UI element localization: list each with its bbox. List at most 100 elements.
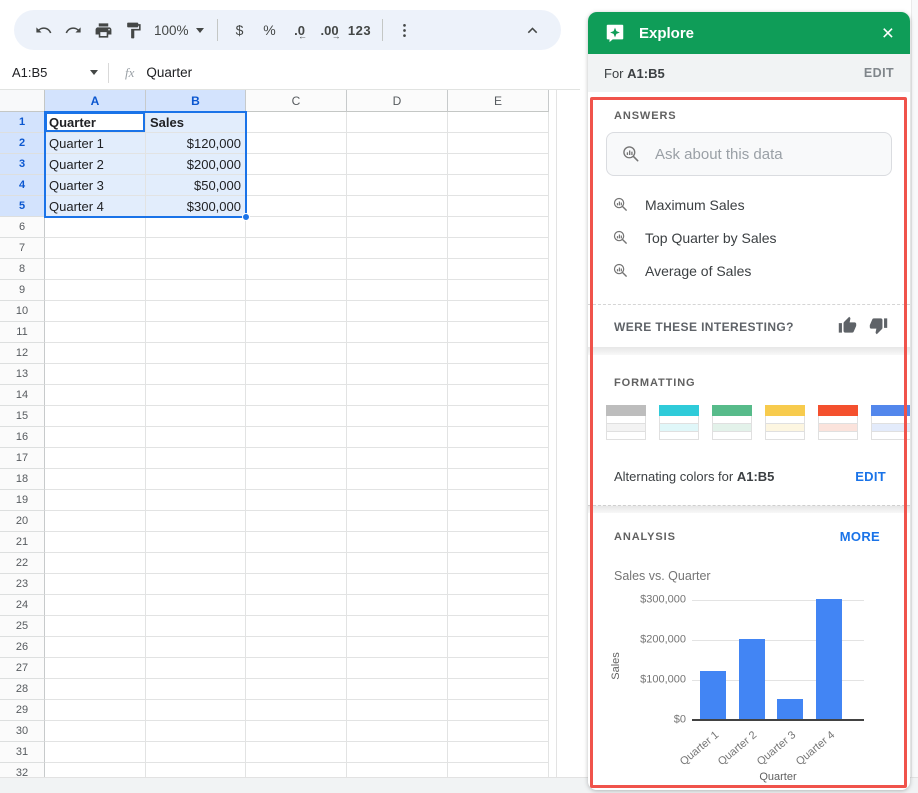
cell-A18[interactable] (45, 469, 146, 490)
cell-E20[interactable] (448, 511, 549, 532)
print-button[interactable] (88, 15, 118, 45)
cell-A31[interactable] (45, 742, 146, 763)
increase-decimal-button[interactable]: .00→ (315, 15, 345, 45)
more-options-button[interactable] (390, 15, 420, 45)
redo-button[interactable] (58, 15, 88, 45)
cell-C8[interactable] (246, 259, 347, 280)
cell-D15[interactable] (347, 406, 448, 427)
row-header-26[interactable]: 26 (0, 637, 45, 658)
cell-D8[interactable] (347, 259, 448, 280)
cell-C3[interactable] (246, 154, 347, 175)
cell-E25[interactable] (448, 616, 549, 637)
cell-C7[interactable] (246, 238, 347, 259)
row-header-21[interactable]: 21 (0, 532, 45, 553)
format-currency-button[interactable]: $ (225, 15, 255, 45)
fill-handle[interactable] (242, 213, 250, 221)
cell-C20[interactable] (246, 511, 347, 532)
row-header-20[interactable]: 20 (0, 511, 45, 532)
cell-E6[interactable] (448, 217, 549, 238)
cell-E2[interactable] (448, 133, 549, 154)
cell-A24[interactable] (45, 595, 146, 616)
cell-D26[interactable] (347, 637, 448, 658)
cell-C27[interactable] (246, 658, 347, 679)
cell-C22[interactable] (246, 553, 347, 574)
cell-B23[interactable] (146, 574, 246, 595)
cell-B18[interactable] (146, 469, 246, 490)
cell-B22[interactable] (146, 553, 246, 574)
cell-B29[interactable] (146, 700, 246, 721)
cell-E28[interactable] (448, 679, 549, 700)
cell-E8[interactable] (448, 259, 549, 280)
color-swatch-gray[interactable] (606, 405, 646, 440)
cell-A23[interactable] (45, 574, 146, 595)
cell-C14[interactable] (246, 385, 347, 406)
cell-D11[interactable] (347, 322, 448, 343)
cell-A16[interactable] (45, 427, 146, 448)
cell-C26[interactable] (246, 637, 347, 658)
cell-C19[interactable] (246, 490, 347, 511)
color-swatch-cyan[interactable] (659, 405, 699, 440)
cell-D9[interactable] (347, 280, 448, 301)
cell-C28[interactable] (246, 679, 347, 700)
cell-A32[interactable] (45, 763, 146, 777)
cell-E5[interactable] (448, 196, 549, 217)
cell-E3[interactable] (448, 154, 549, 175)
cell-D7[interactable] (347, 238, 448, 259)
cell-E27[interactable] (448, 658, 549, 679)
row-header-13[interactable]: 13 (0, 364, 45, 385)
row-header-15[interactable]: 15 (0, 406, 45, 427)
cell-B19[interactable] (146, 490, 246, 511)
cell-B21[interactable] (146, 532, 246, 553)
cell-C31[interactable] (246, 742, 347, 763)
cell-D30[interactable] (347, 721, 448, 742)
row-header-19[interactable]: 19 (0, 490, 45, 511)
cell-C9[interactable] (246, 280, 347, 301)
cell-E17[interactable] (448, 448, 549, 469)
cell-C29[interactable] (246, 700, 347, 721)
cell-D16[interactable] (347, 427, 448, 448)
cell-A30[interactable] (45, 721, 146, 742)
row-header-3[interactable]: 3 (0, 154, 45, 175)
edit-range-button[interactable]: EDIT (864, 66, 894, 80)
cell-B7[interactable] (146, 238, 246, 259)
row-header-28[interactable]: 28 (0, 679, 45, 700)
cell-B1[interactable]: Sales (146, 112, 246, 133)
column-header-d[interactable]: D (347, 90, 448, 112)
suggestion-item-3[interactable]: Average of Sales (612, 254, 892, 287)
cell-D28[interactable] (347, 679, 448, 700)
select-all-corner[interactable] (0, 90, 45, 112)
cell-A9[interactable] (45, 280, 146, 301)
cell-B9[interactable] (146, 280, 246, 301)
cell-D24[interactable] (347, 595, 448, 616)
cell-B24[interactable] (146, 595, 246, 616)
row-header-11[interactable]: 11 (0, 322, 45, 343)
cell-E31[interactable] (448, 742, 549, 763)
cell-E16[interactable] (448, 427, 549, 448)
cell-A21[interactable] (45, 532, 146, 553)
row-header-12[interactable]: 12 (0, 343, 45, 364)
cell-C11[interactable] (246, 322, 347, 343)
row-header-29[interactable]: 29 (0, 700, 45, 721)
row-header-7[interactable]: 7 (0, 238, 45, 259)
cell-B2[interactable]: $120,000 (146, 133, 246, 154)
more-formats-button[interactable]: 123 (345, 15, 375, 45)
cell-D22[interactable] (347, 553, 448, 574)
row-header-1[interactable]: 1 (0, 112, 45, 133)
cell-E1[interactable] (448, 112, 549, 133)
ask-data-searchbox[interactable] (606, 132, 892, 176)
cell-C6[interactable] (246, 217, 347, 238)
row-header-9[interactable]: 9 (0, 280, 45, 301)
row-header-25[interactable]: 25 (0, 616, 45, 637)
cell-C25[interactable] (246, 616, 347, 637)
cell-A12[interactable] (45, 343, 146, 364)
cell-E9[interactable] (448, 280, 549, 301)
cell-B5[interactable]: $300,000 (146, 196, 246, 217)
analysis-section[interactable]: ANALYSIS MORE Sales vs. Quarter Sales $3… (588, 513, 910, 790)
row-header-32[interactable]: 32 (0, 763, 45, 777)
cell-E18[interactable] (448, 469, 549, 490)
cell-D5[interactable] (347, 196, 448, 217)
cell-A11[interactable] (45, 322, 146, 343)
column-header-c[interactable]: C (246, 90, 347, 112)
cell-A13[interactable] (45, 364, 146, 385)
cell-D14[interactable] (347, 385, 448, 406)
